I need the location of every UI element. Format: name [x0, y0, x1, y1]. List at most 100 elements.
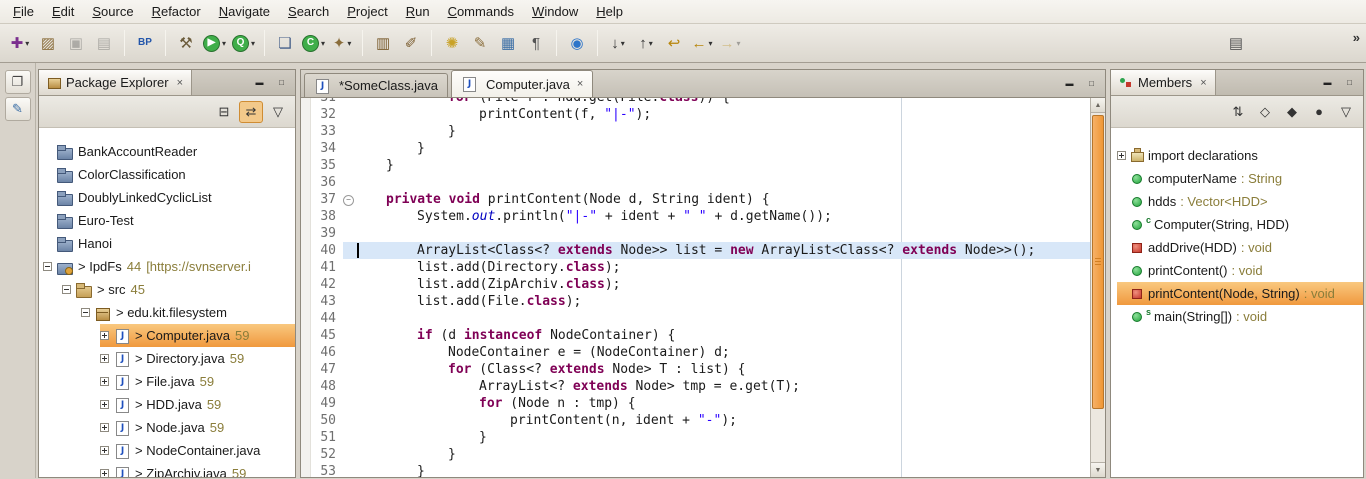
editor-tab-someclass-java[interactable]: *SomeClass.java — [304, 73, 448, 97]
close-tab-icon[interactable]: × — [577, 78, 583, 90]
open-file-icon[interactable]: ▨ — [35, 29, 61, 57]
restore-view-icon[interactable]: ❐ — [5, 70, 31, 94]
new-java-project-icon[interactable]: ❏ — [272, 29, 298, 57]
next-annotation-icon[interactable]: ↓▾ — [605, 29, 631, 57]
view-menu-icon[interactable]: ▽ — [1334, 101, 1358, 123]
expander-icon[interactable] — [43, 262, 52, 271]
web-browser-icon[interactable]: ◉ — [564, 29, 590, 57]
code-text[interactable] — [355, 310, 1090, 327]
code-line-37[interactable]: 37private void printContent(Node d, Stri… — [301, 191, 1090, 208]
code-line-38[interactable]: 38System.out.println("|-" + ident + " " … — [301, 208, 1090, 225]
member-item-import-declarations[interactable]: import declarations — [1111, 144, 1363, 167]
code-text[interactable]: printContent(f, "|-"); — [355, 106, 1090, 123]
code-line-45[interactable]: 45if (d instanceof NodeContainer) { — [301, 327, 1090, 344]
code-line-48[interactable]: 48ArrayList<? extends Node> tmp = e.get(… — [301, 378, 1090, 395]
debug-icon[interactable]: ▶▾ — [201, 29, 228, 57]
collapse-all-icon[interactable]: ⊟ — [212, 101, 236, 123]
expander-icon[interactable] — [100, 331, 109, 340]
last-edit-location-icon[interactable]: ↩ — [661, 29, 687, 57]
code-line-43[interactable]: 43list.add(File.class); — [301, 293, 1090, 310]
code-text[interactable]: } — [355, 429, 1090, 446]
close-view-icon[interactable]: × — [177, 77, 183, 89]
scrollbar-thumb[interactable] — [1092, 115, 1104, 409]
code-text[interactable]: for (Class<? extends Node> T : list) { — [355, 361, 1090, 378]
tree-item-hanoi[interactable]: Hanoi — [39, 232, 295, 255]
expander-icon[interactable] — [100, 423, 109, 432]
member-item-printcontent-node-string[interactable]: printContent(Node, String): void — [1111, 282, 1363, 305]
code-line-49[interactable]: 49for (Node n : tmp) { — [301, 395, 1090, 412]
menu-navigate[interactable]: Navigate — [210, 1, 279, 22]
back-icon[interactable]: ←▾ — [689, 29, 715, 57]
menu-project[interactable]: Project — [338, 1, 396, 22]
new-wizard-icon[interactable]: ✚▾ — [7, 29, 33, 57]
code-line-52[interactable]: 52} — [301, 446, 1090, 463]
code-text[interactable]: } — [355, 157, 1090, 174]
jar-export-icon[interactable]: ▥ — [370, 29, 396, 57]
code-line-50[interactable]: 50printContent(n, ident + "-"); — [301, 412, 1090, 429]
code-text[interactable]: } — [355, 140, 1090, 157]
link-with-editor-icon[interactable]: ⇄ — [239, 101, 263, 123]
show-whitespace-icon[interactable]: ¶ — [523, 29, 549, 57]
code-line-46[interactable]: 46NodeContainer e = (NodeContainer) d; — [301, 344, 1090, 361]
mark-occurrences-icon[interactable]: ✎ — [467, 29, 493, 57]
member-item-computername[interactable]: computerName: String — [1111, 167, 1363, 190]
view-menu-icon[interactable]: ▽ — [266, 101, 290, 123]
code-line-53[interactable]: 53} — [301, 463, 1090, 477]
code-text[interactable]: System.out.println("|-" + ident + " " + … — [355, 208, 1090, 225]
code-text[interactable] — [355, 225, 1090, 242]
tree-item-doublylinkedcycliclist[interactable]: DoublyLinkedCyclicList — [39, 186, 295, 209]
code-editor-viewport[interactable]: 31for (File f : hdd.get(File.class)) {32… — [301, 98, 1090, 477]
expander-icon[interactable] — [100, 400, 109, 409]
tree-item-hdd-java[interactable]: > HDD.java59 — [39, 393, 295, 416]
code-line-34[interactable]: 34} — [301, 140, 1090, 157]
code-text[interactable]: if (d instanceof NodeContainer) { — [355, 327, 1090, 344]
dropdown-arrow-icon[interactable]: ▾ — [25, 39, 29, 48]
dropdown-arrow-icon[interactable]: ▾ — [709, 39, 713, 48]
member-item-printcontent[interactable]: printContent(): void — [1111, 259, 1363, 282]
expander-icon[interactable] — [100, 377, 109, 386]
menu-search[interactable]: Search — [279, 1, 338, 22]
close-view-icon[interactable]: × — [1200, 77, 1206, 89]
code-editor[interactable]: 31for (File f : hdd.get(File.class)) {32… — [301, 98, 1090, 477]
code-line-47[interactable]: 47for (Class<? extends Node> T : list) { — [301, 361, 1090, 378]
hide-static-icon[interactable]: ◆ — [1280, 101, 1304, 123]
code-line-39[interactable]: 39 — [301, 225, 1090, 242]
scroll-down-icon[interactable]: ▼ — [1091, 462, 1105, 477]
code-text[interactable]: ArrayList<? extends Node> tmp = e.get(T)… — [355, 378, 1090, 395]
breakpoints-icon[interactable]: BP — [132, 29, 158, 57]
code-text[interactable]: for (File f : hdd.get(File.class)) { — [355, 98, 1090, 106]
expander-icon[interactable] — [1117, 151, 1126, 160]
expander-icon[interactable] — [100, 469, 109, 477]
member-item-computer-string-hdd[interactable]: cComputer(String, HDD) — [1111, 213, 1363, 236]
menu-source[interactable]: Source — [83, 1, 142, 22]
menu-run[interactable]: Run — [397, 1, 439, 22]
maximize-view-icon[interactable]: □ — [1340, 75, 1359, 91]
minimize-view-icon[interactable]: ▬ — [1318, 75, 1337, 91]
menu-file[interactable]: File — [4, 1, 43, 22]
code-line-35[interactable]: 35} — [301, 157, 1090, 174]
editor-tab-computer-java[interactable]: Computer.java× — [451, 70, 593, 97]
code-text[interactable]: } — [355, 123, 1090, 140]
sort-icon[interactable]: ⇅ — [1226, 101, 1250, 123]
dropdown-arrow-icon[interactable]: ▾ — [649, 39, 653, 48]
run-last-tool-icon[interactable]: ⚒ — [173, 29, 199, 57]
minimize-view-icon[interactable]: ▬ — [1060, 76, 1079, 92]
code-line-33[interactable]: 33} — [301, 123, 1090, 140]
code-text[interactable]: list.add(File.class); — [355, 293, 1090, 310]
new-package-icon[interactable]: ✦▾ — [329, 29, 355, 57]
minimize-view-icon[interactable]: ▬ — [250, 75, 269, 91]
dropdown-arrow-icon[interactable]: ▾ — [222, 39, 226, 48]
expander-icon[interactable] — [100, 446, 109, 455]
code-text[interactable]: } — [355, 463, 1090, 477]
code-text[interactable]: for (Node n : tmp) { — [355, 395, 1090, 412]
code-text[interactable]: ArrayList<Class<? extends Node>> list = … — [355, 242, 1090, 259]
maximize-view-icon[interactable]: □ — [1082, 76, 1101, 92]
tree-item-euro-test[interactable]: Euro-Test — [39, 209, 295, 232]
code-text[interactable]: list.add(ZipArchiv.class); — [355, 276, 1090, 293]
toolbar-overflow-chevron[interactable]: » — [1353, 30, 1360, 45]
code-line-40[interactable]: 40ArrayList<Class<? extends Node>> list … — [301, 242, 1090, 259]
member-item-adddrive-hdd[interactable]: addDrive(HDD): void — [1111, 236, 1363, 259]
dropdown-arrow-icon[interactable]: ▾ — [347, 39, 351, 48]
show-blocks-icon[interactable]: ▦ — [495, 29, 521, 57]
code-text[interactable] — [355, 174, 1090, 191]
